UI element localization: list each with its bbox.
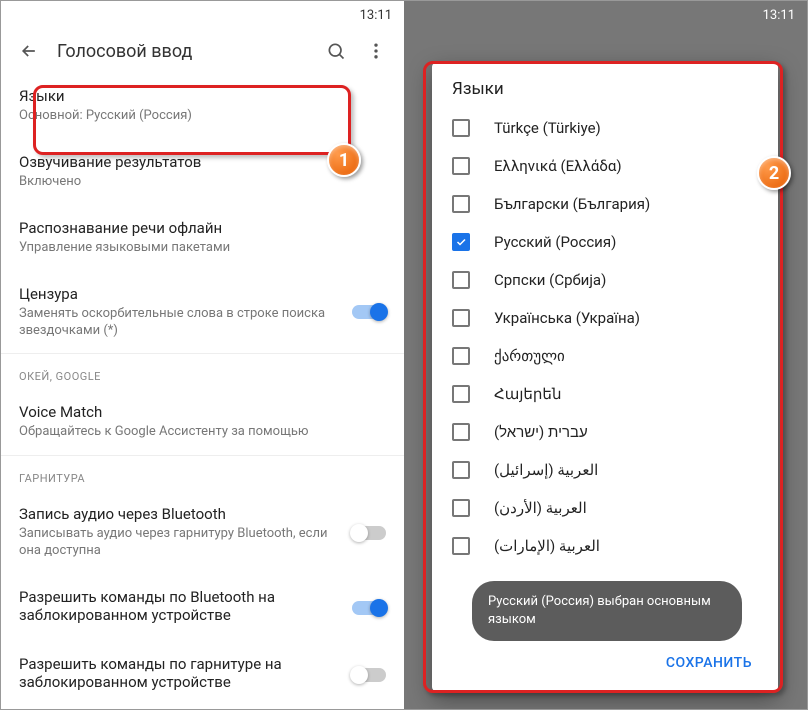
language-option[interactable]: ქართული [438,337,772,375]
setting-languages[interactable]: Языки Основной: Русский (Россия) [1,73,404,139]
status-bar: 13:11 [404,1,807,29]
checkbox-icon[interactable] [452,233,470,251]
setting-offline[interactable]: Распознавание речи офлайн Управление язы… [1,205,404,271]
language-label: ქართული [494,347,565,365]
bt-lock-switch[interactable] [352,601,386,615]
language-label: Türkçe (Türkiye) [494,119,601,137]
step-badge-2: 2 [757,156,791,190]
language-option[interactable]: العربية (إسرائيل) [438,451,772,489]
section-ok-google: Окей, Google [1,353,404,389]
checkbox-icon[interactable] [452,461,470,479]
language-option[interactable]: Українська (Україна) [438,299,772,337]
checkbox-icon[interactable] [452,499,470,517]
language-label: עברית (ישראל) [494,423,588,441]
language-option[interactable]: Српски (Србија) [438,261,772,299]
censor-switch[interactable] [352,305,386,319]
language-option[interactable]: Ελληνικά (Ελλάδα) [438,147,772,185]
language-label: العربية (الإمارات) [494,537,600,555]
checkbox-icon[interactable] [452,271,470,289]
checkbox-icon[interactable] [452,385,470,403]
language-dialog: Языки Türkçe (Türkiye) Ελληνικά (Ελλάδα) Б… [432,63,778,691]
checkbox-icon[interactable] [452,119,470,137]
setting-bt-audio[interactable]: Запись аудио через Bluetooth Записывать … [1,491,404,574]
checkbox-icon[interactable] [452,537,470,555]
language-option[interactable]: Հայերեն [438,375,772,413]
bt-audio-switch[interactable] [352,526,386,540]
headset-lock-switch[interactable] [352,668,386,682]
checkbox-icon[interactable] [452,423,470,441]
clock: 13:11 [360,8,392,23]
setting-bt-lock[interactable]: Разрешить команды по Bluetooth на заблок… [1,574,404,641]
language-label: Українська (Україна) [494,309,640,327]
language-option[interactable]: العربية (الإمارات) [438,527,772,565]
dialog-actions: СОХРАНИТЬ [432,639,778,691]
app-bar: Голосовой ввод [1,29,404,73]
setting-headset-lock[interactable]: Разрешить команды по гарнитуре на заблок… [1,641,404,708]
setting-voice-match[interactable]: Voice Match Обращайтесь к Google Ассисте… [1,389,404,455]
language-option[interactable]: العربية (الأردن) [438,489,772,527]
language-list[interactable]: Türkçe (Türkiye) Ελληνικά (Ελλάδα) Българс… [432,109,778,639]
checkbox-icon[interactable] [452,347,470,365]
language-option[interactable]: עברית (ישראל) [438,413,772,451]
language-option[interactable]: Български (България) [438,185,772,223]
language-label: Հայերեն [494,385,561,403]
back-icon[interactable] [9,31,49,71]
step-badge-1: 1 [327,143,361,177]
checkbox-icon[interactable] [452,309,470,327]
page-title: Голосовой ввод [49,41,316,62]
dialog-title: Языки [432,63,778,109]
save-button[interactable]: СОХРАНИТЬ [656,649,762,677]
language-option[interactable]: Русский (Россия) [438,223,772,261]
language-label: Русский (Россия) [494,233,616,251]
language-label: Ελληνικά (Ελλάδα) [494,157,622,175]
clock: 13:11 [763,8,795,23]
status-bar: 13:11 [1,1,404,29]
overflow-icon[interactable] [356,31,396,71]
language-label: العربية (إسرائيل) [494,461,598,479]
setting-censor[interactable]: Цензура Заменять оскорбительные слова в … [1,271,404,354]
language-label: Български (България) [494,195,650,213]
language-label: العربية (الأردن) [494,499,587,517]
settings-screen: 13:11 Голосовой ввод Языки Основной: Рус… [1,1,404,709]
checkbox-icon[interactable] [452,157,470,175]
language-dialog-screen: 13:11 Языки Türkçe (Türkiye) Ελληνικά (Ελ… [404,1,807,709]
checkbox-icon[interactable] [452,195,470,213]
language-option[interactable]: Türkçe (Türkiye) [438,109,772,147]
search-icon[interactable] [316,31,356,71]
section-headset: Гарнитура [1,455,404,491]
toast-message: Русский (Россия) выбран основным языком [472,581,742,641]
language-label: Српски (Србија) [494,271,606,289]
